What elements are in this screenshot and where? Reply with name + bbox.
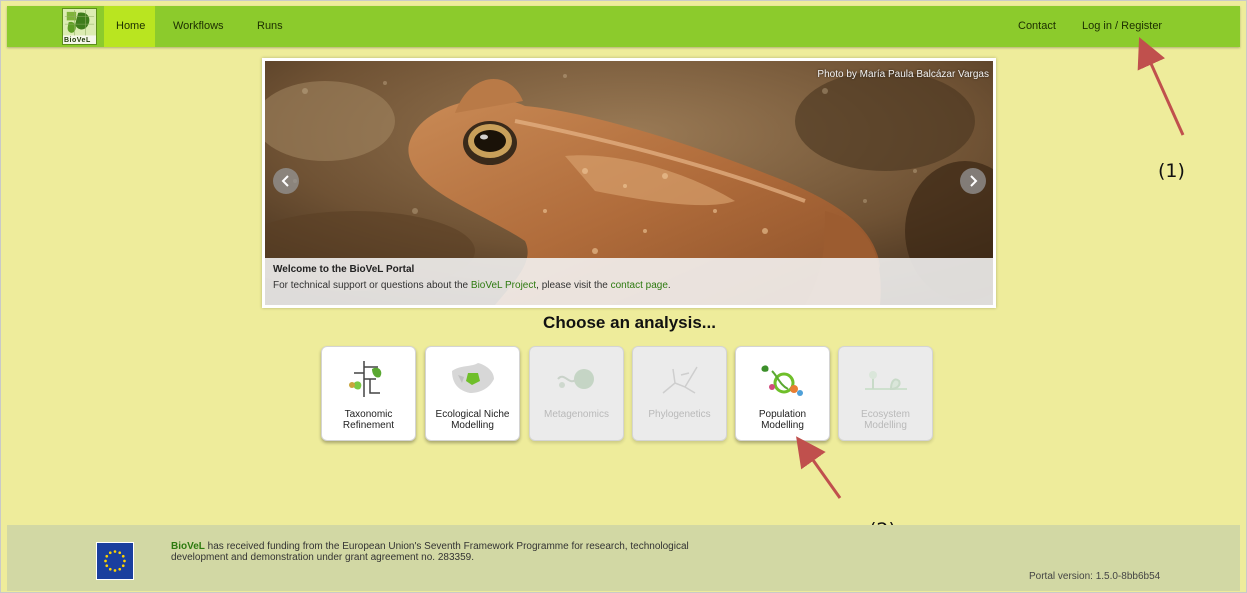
biovel-brand-link[interactable]: BioVeL xyxy=(171,541,205,552)
tile-label-line2: Modelling xyxy=(451,420,494,431)
caption-middle: , please visit the xyxy=(536,280,611,291)
tile-ecological-niche-modelling[interactable]: Ecological Niche Modelling xyxy=(425,346,520,441)
carousel-caption: Welcome to the BioVeL Portal For technic… xyxy=(265,258,993,305)
image-carousel: Photo by María Paula Balcázar Vargas Wel… xyxy=(262,58,996,308)
tile-label-line2: Modelling xyxy=(761,420,804,431)
caption-title: Welcome to the BioVeL Portal xyxy=(273,264,415,275)
tile-label-line1: Metagenomics xyxy=(543,409,610,420)
tile-label-line1: Ecological Niche xyxy=(435,409,510,420)
portal-version: Portal version: 1.5.0-8bb6b54 xyxy=(1029,571,1161,582)
tile-label-line2: Refinement xyxy=(342,420,395,431)
caption-prefix: For technical support or questions about… xyxy=(273,280,471,291)
tile-label: Population Modelling xyxy=(738,409,827,431)
chevron-left-icon xyxy=(281,175,289,187)
population-icon xyxy=(758,359,808,399)
funding-text: has received funding from the European U… xyxy=(171,541,689,563)
nav-workflows[interactable]: Workflows xyxy=(161,6,236,47)
photo-credit: Photo by María Paula Balcázar Vargas xyxy=(817,69,989,80)
nav-runs[interactable]: Runs xyxy=(245,6,295,47)
tile-phylogenetics[interactable]: Phylogenetics xyxy=(632,346,727,441)
tile-taxonomic-refinement[interactable]: Taxonomic Refinement xyxy=(321,346,416,441)
metagenomics-icon xyxy=(552,359,602,399)
tile-label: Taxonomic Refinement xyxy=(324,409,413,431)
choose-analysis-heading: Choose an analysis... xyxy=(543,313,716,332)
tile-label: Ecological Niche Modelling xyxy=(428,409,517,431)
top-navbar: BioVeL Home Workflows Runs Contact Log i… xyxy=(7,6,1240,47)
carousel-photo: Photo by María Paula Balcázar Vargas Wel… xyxy=(265,61,993,305)
nav-login-register[interactable]: Log in / Register xyxy=(1070,6,1174,47)
nav-contact[interactable]: Contact xyxy=(1006,6,1068,47)
carousel-next-button[interactable] xyxy=(960,168,986,194)
tile-label-line1: Taxonomic xyxy=(344,409,393,420)
eu-flag-icon xyxy=(96,542,134,580)
chevron-right-icon xyxy=(970,175,978,187)
tile-label: Phylogenetics xyxy=(635,409,724,420)
nav-home[interactable]: Home xyxy=(104,6,155,47)
tile-label-line1: Population xyxy=(758,409,807,420)
ecological-niche-icon xyxy=(448,359,498,399)
logo-text: BioVeL xyxy=(64,37,91,44)
taxonomic-icon xyxy=(344,359,394,399)
contact-page-link[interactable]: contact page xyxy=(611,280,668,291)
ecosystem-icon xyxy=(861,359,911,399)
tile-label-line1: Phylogenetics xyxy=(648,409,711,420)
caption-suffix: . xyxy=(667,280,671,291)
caption-text: For technical support or questions about… xyxy=(273,280,985,291)
biovel-project-link[interactable]: BioVeL Project xyxy=(471,280,536,291)
phylogenetics-icon xyxy=(655,359,705,399)
funding-statement: BioVeL has received funding from the Eur… xyxy=(171,541,731,563)
biovel-logo[interactable]: BioVeL xyxy=(62,8,97,45)
tile-metagenomics[interactable]: Metagenomics xyxy=(529,346,624,441)
tile-label: Metagenomics xyxy=(532,409,621,420)
carousel-prev-button[interactable] xyxy=(273,168,299,194)
tile-population-modelling[interactable]: Population Modelling xyxy=(735,346,830,441)
tile-label: Ecosystem Modelling xyxy=(841,409,930,431)
tile-label-line2: Modelling xyxy=(864,420,907,431)
page-footer: BioVeL has received funding from the Eur… xyxy=(7,525,1240,591)
tile-label-line1: Ecosystem xyxy=(861,409,910,420)
annotation-label-1: (1) xyxy=(1158,160,1185,182)
tile-ecosystem-modelling[interactable]: Ecosystem Modelling xyxy=(838,346,933,441)
